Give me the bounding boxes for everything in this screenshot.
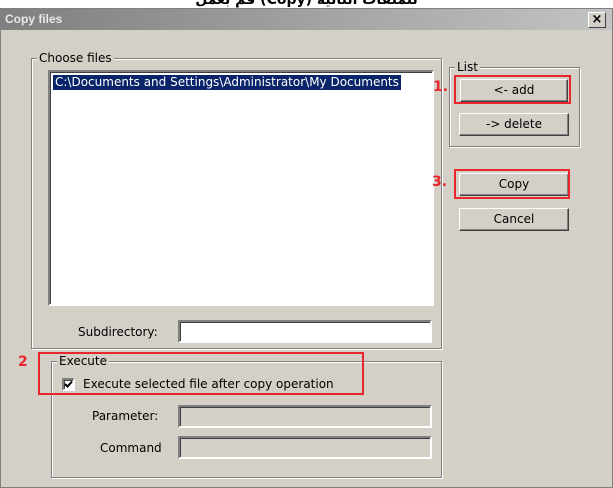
subdirectory-input[interactable]	[178, 320, 432, 343]
add-button-highlight	[454, 75, 571, 104]
close-button[interactable]: ×	[588, 12, 606, 28]
top-caption: قم بعمل (Copy) للملفات التالية	[195, 0, 418, 8]
delete-button[interactable]: -> delete	[459, 113, 569, 136]
files-listbox[interactable]: C:\Documents and Settings\Administrator\…	[48, 70, 434, 306]
copy-files-dialog: Copy files × Choose files C:\Documents a…	[0, 8, 613, 488]
step-2-marker: 2	[18, 354, 28, 370]
parameter-label: Parameter:	[92, 409, 159, 423]
choose-files-legend: Choose files	[37, 51, 114, 65]
window-title: Copy files	[5, 12, 63, 26]
subdirectory-label: Subdirectory:	[78, 325, 158, 339]
step-3-marker: 3.	[432, 174, 448, 190]
title-bar[interactable]: Copy files ×	[1, 9, 612, 30]
copy-button-highlight	[454, 169, 570, 199]
list-legend: List	[455, 60, 480, 74]
execute-highlight	[38, 352, 364, 395]
close-icon: ×	[591, 12, 603, 27]
list-item[interactable]: C:\Documents and Settings\Administrator\…	[53, 75, 401, 90]
command-label: Command	[100, 441, 162, 455]
parameter-input[interactable]	[178, 405, 432, 428]
cancel-button[interactable]: Cancel	[459, 208, 569, 231]
command-input[interactable]	[178, 436, 432, 459]
step-1-marker: 1.	[433, 79, 449, 95]
